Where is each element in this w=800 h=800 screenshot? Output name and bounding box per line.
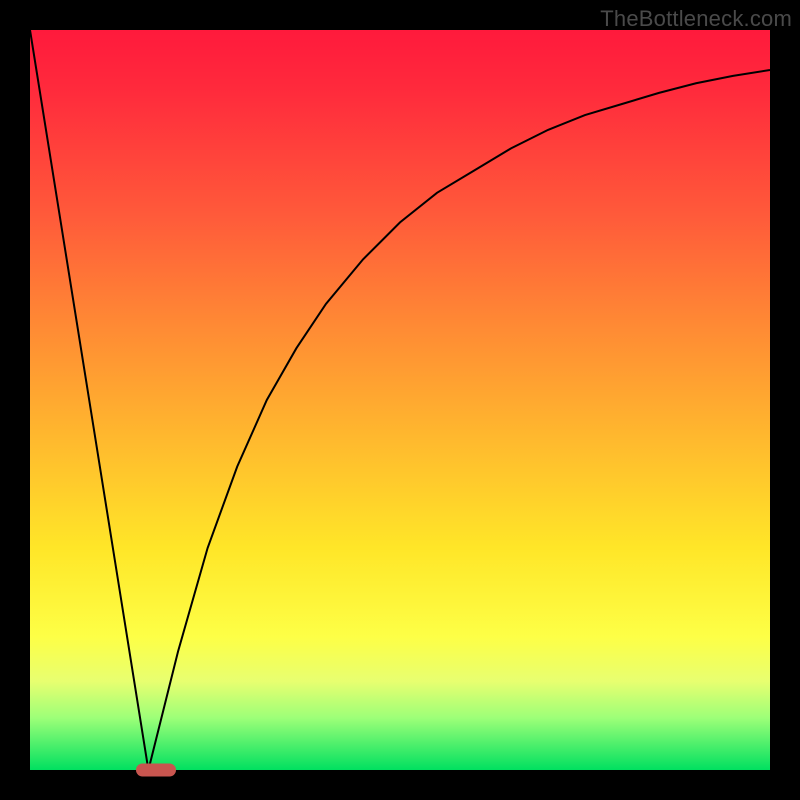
chart-curves-svg: [30, 30, 770, 770]
curve-left-branch: [30, 30, 148, 770]
watermark-text: TheBottleneck.com: [600, 6, 792, 32]
chart-frame: TheBottleneck.com: [0, 0, 800, 800]
chart-plot-area: [30, 30, 770, 770]
curve-right-branch: [148, 70, 770, 770]
optimal-marker: [136, 764, 176, 777]
